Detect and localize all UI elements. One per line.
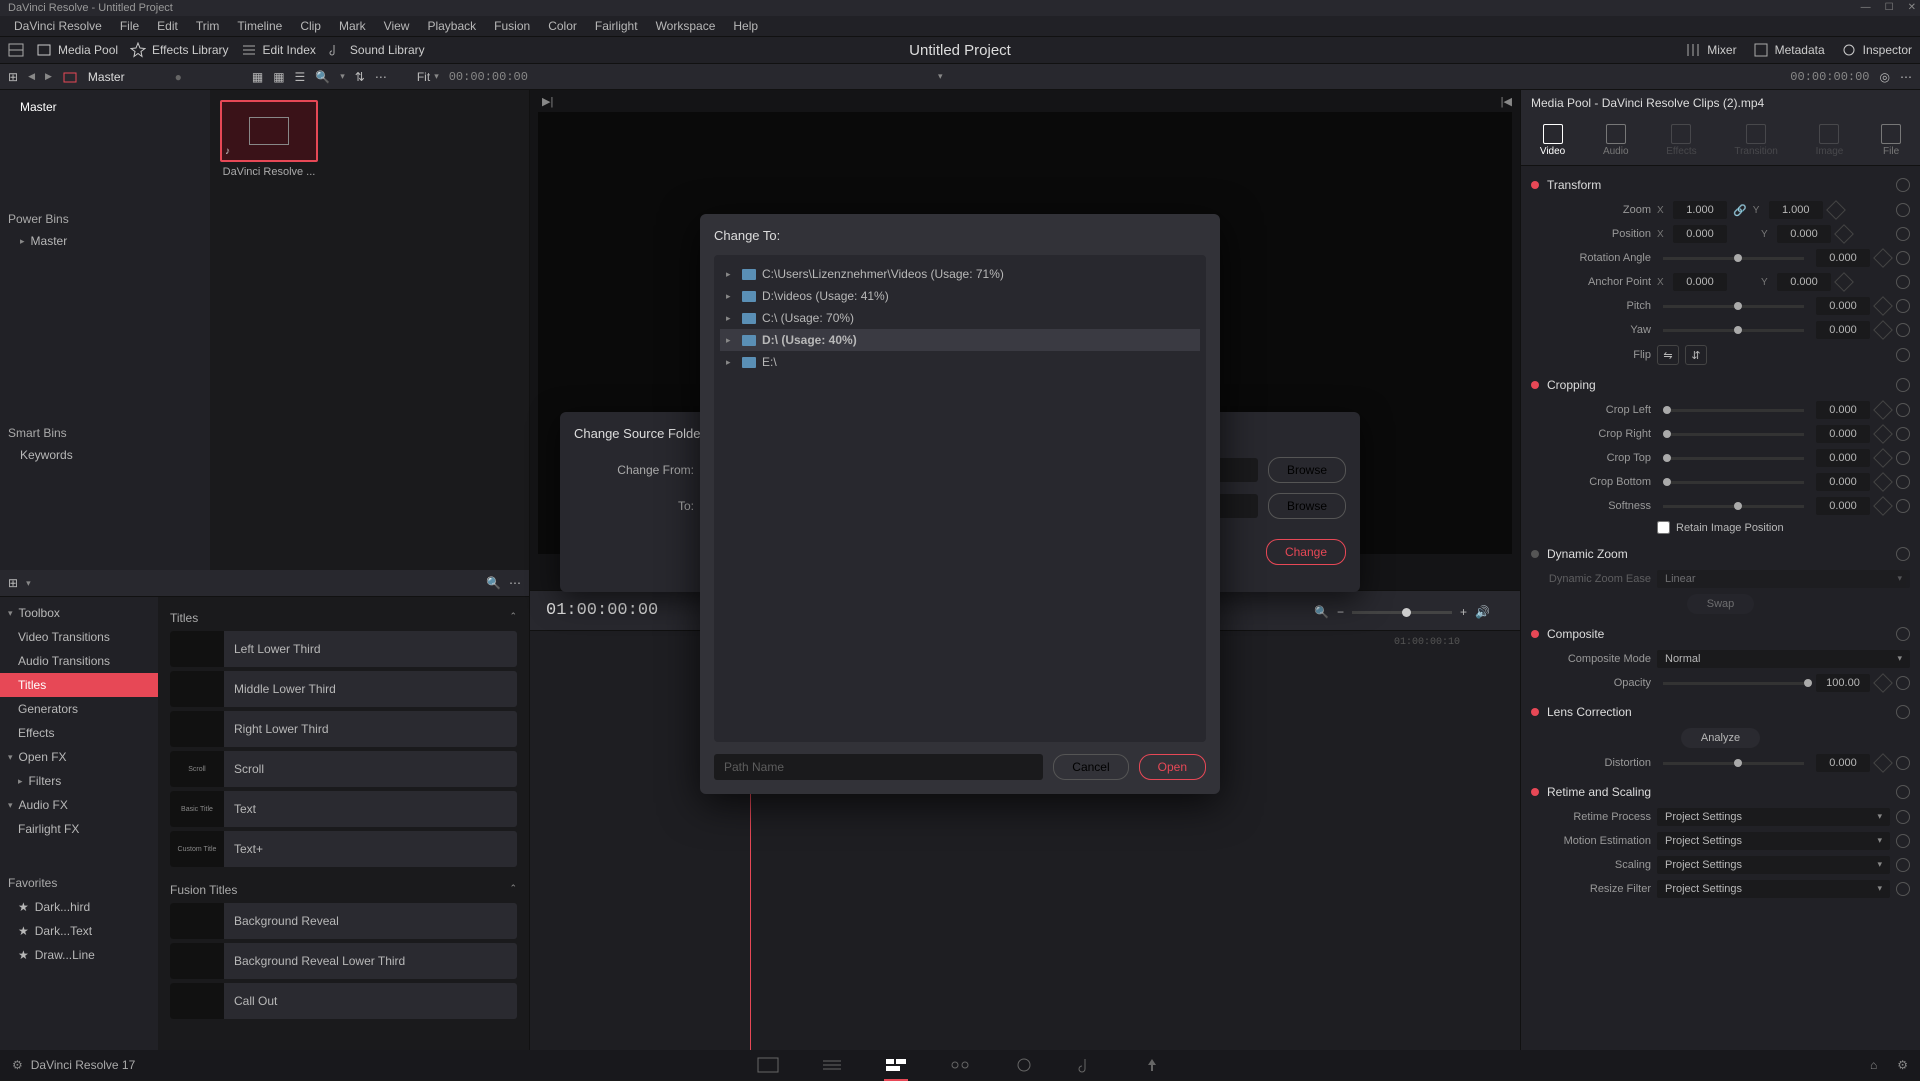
dialog-title: Change To: bbox=[714, 228, 1206, 243]
change-button[interactable]: Change bbox=[1266, 539, 1346, 565]
tree-item[interactable]: ▸E:\ bbox=[720, 351, 1200, 373]
tree-item[interactable]: ▸C:\ (Usage: 70%) bbox=[720, 307, 1200, 329]
to-label: To: bbox=[574, 499, 694, 513]
tree-item[interactable]: ▸D:\videos (Usage: 41%) bbox=[720, 285, 1200, 307]
from-label: Change From: bbox=[574, 463, 694, 477]
tree-label: C:\ (Usage: 70%) bbox=[762, 311, 854, 325]
folder-icon bbox=[742, 269, 756, 280]
folder-icon bbox=[742, 335, 756, 346]
path-input[interactable]: Path Name bbox=[714, 754, 1043, 780]
tree-label: D:\ (Usage: 40%) bbox=[762, 333, 857, 347]
tree-item[interactable]: ▸C:\Users\Lizenznehmer\Videos (Usage: 71… bbox=[720, 263, 1200, 285]
folder-icon bbox=[742, 313, 756, 324]
folder-tree: ▸C:\Users\Lizenznehmer\Videos (Usage: 71… bbox=[714, 255, 1206, 742]
folder-icon bbox=[742, 357, 756, 368]
open-button[interactable]: Open bbox=[1139, 754, 1206, 780]
change-to-dialog: Change To: ▸C:\Users\Lizenznehmer\Videos… bbox=[700, 214, 1220, 794]
folder-icon bbox=[742, 291, 756, 302]
tree-item-selected[interactable]: ▸D:\ (Usage: 40%) bbox=[720, 329, 1200, 351]
tree-label: D:\videos (Usage: 41%) bbox=[762, 289, 889, 303]
tree-label: C:\Users\Lizenznehmer\Videos (Usage: 71%… bbox=[762, 267, 1004, 281]
browse-from-button[interactable]: Browse bbox=[1268, 457, 1346, 483]
placeholder-text: Path Name bbox=[724, 760, 784, 774]
tree-label: E:\ bbox=[762, 355, 777, 369]
browse-to-button[interactable]: Browse bbox=[1268, 493, 1346, 519]
cancel-button[interactable]: Cancel bbox=[1053, 754, 1128, 780]
